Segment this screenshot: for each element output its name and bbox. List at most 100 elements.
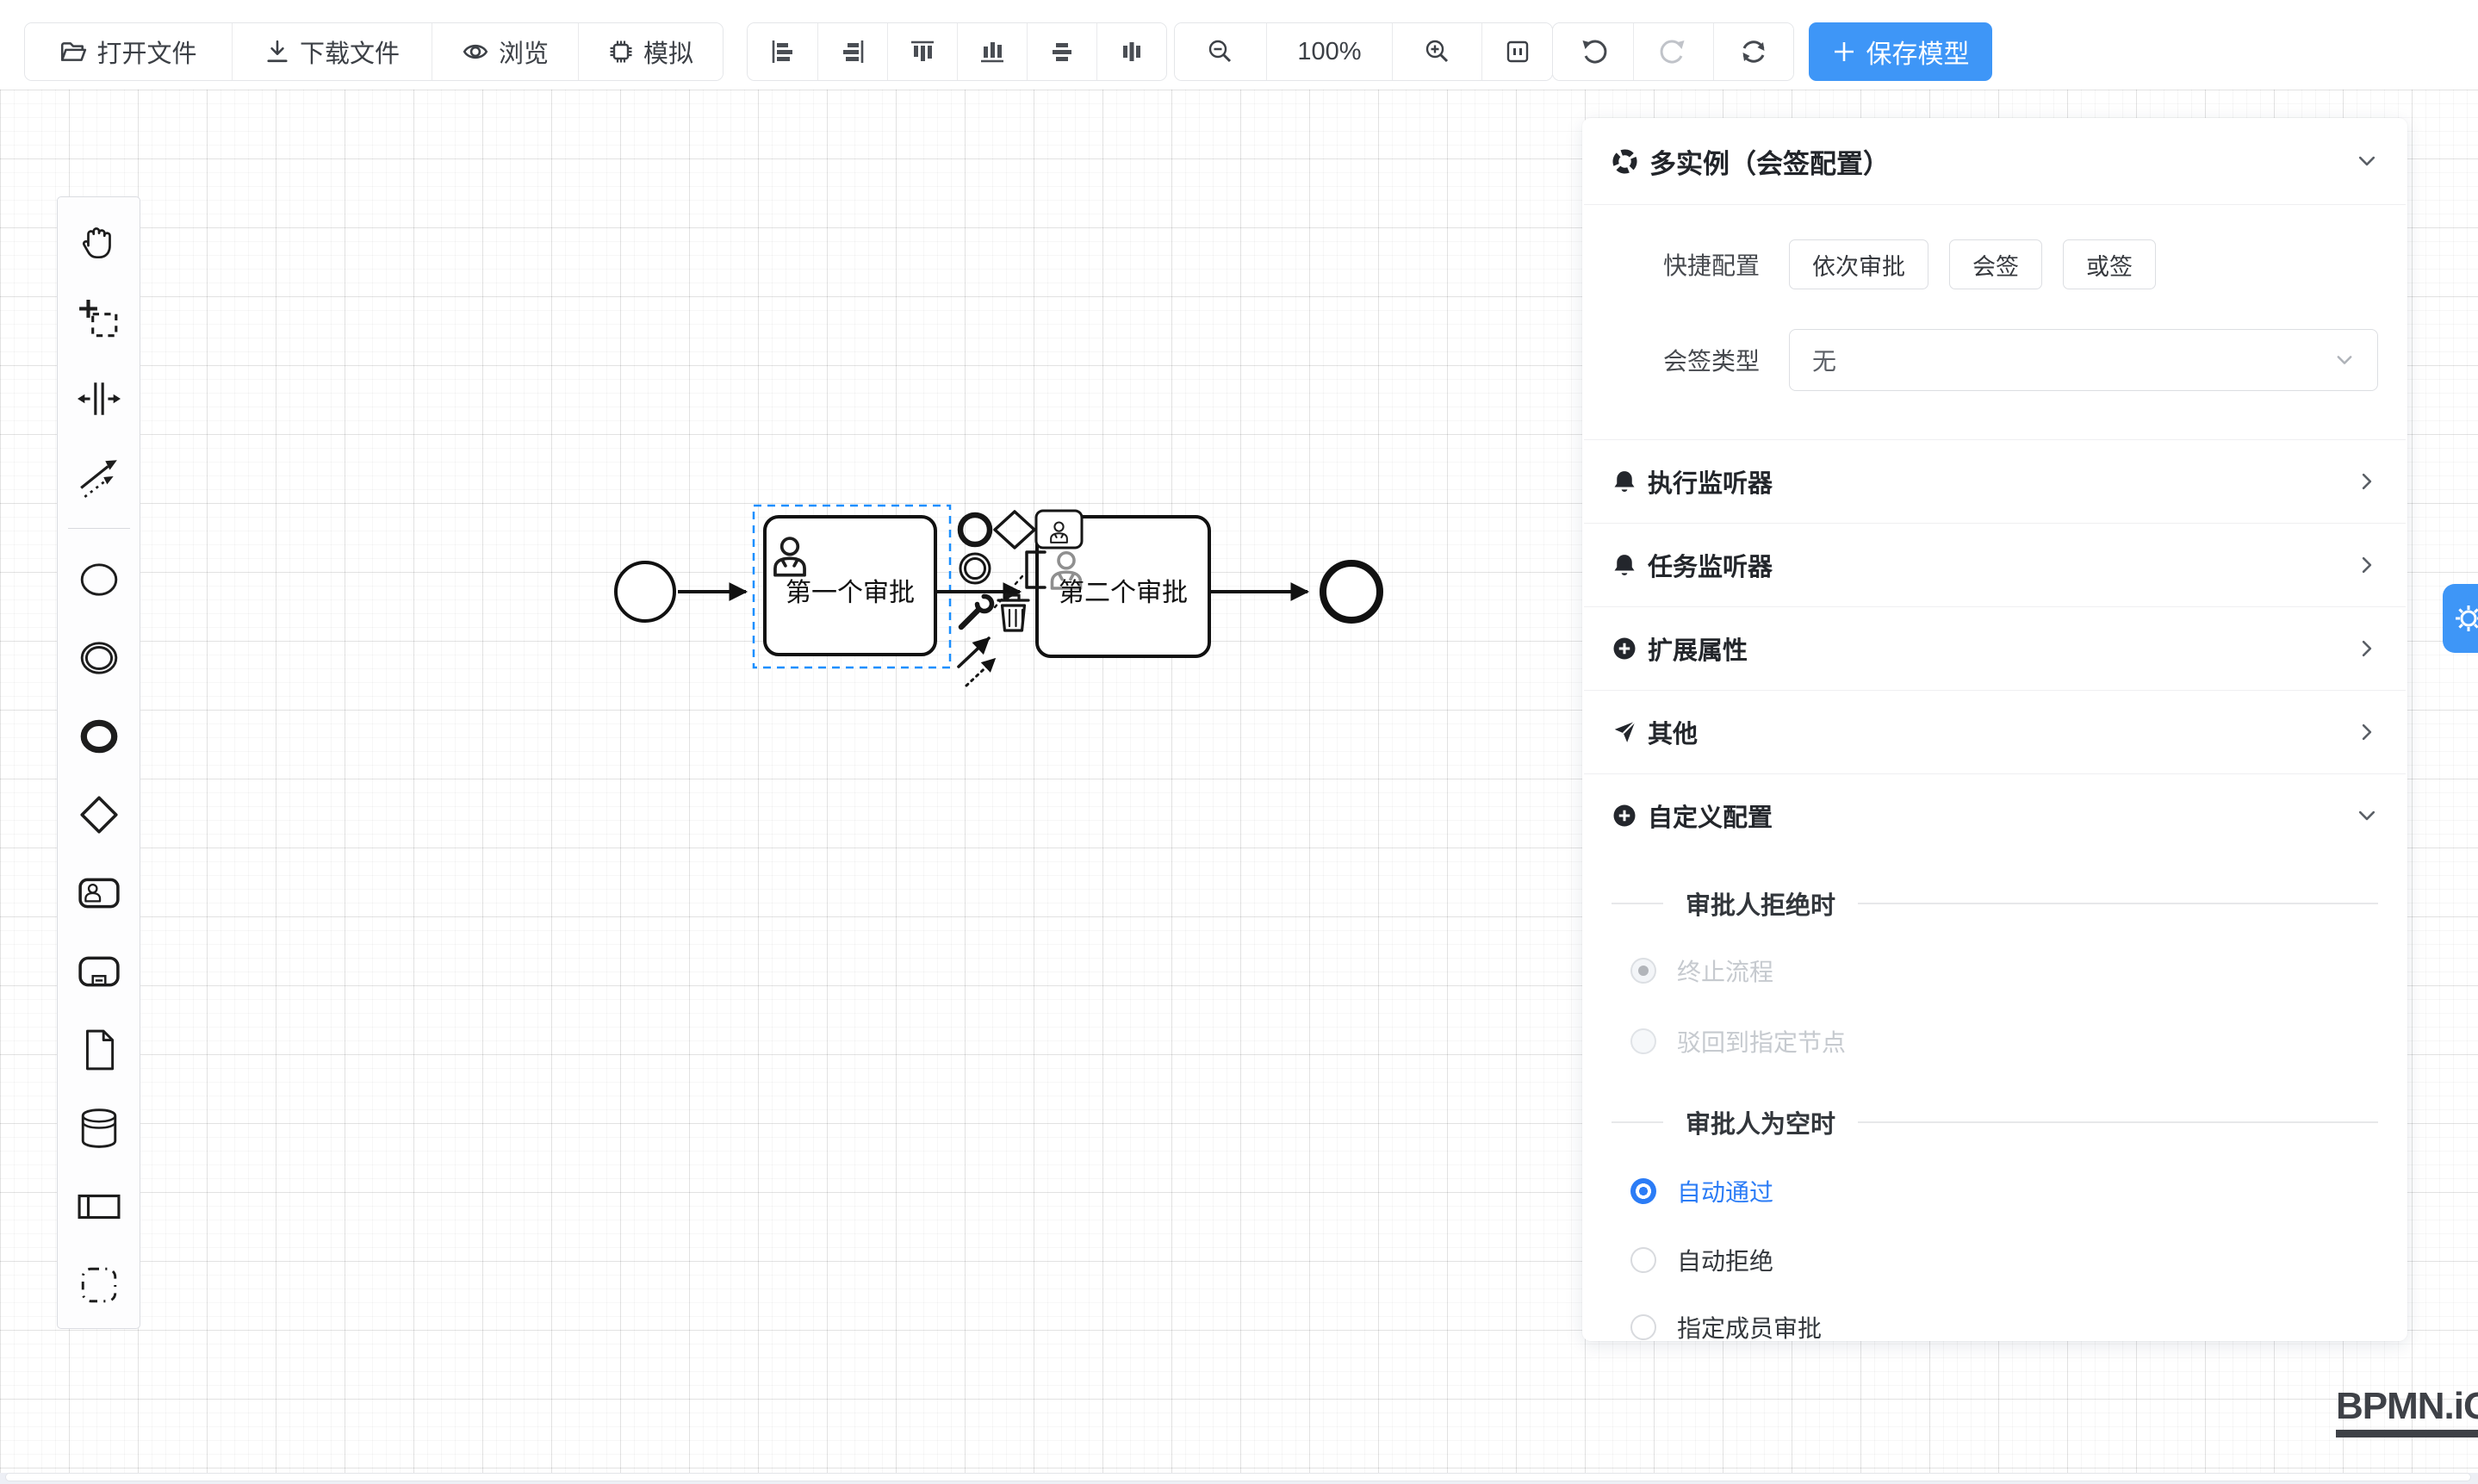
create-user-task[interactable] <box>77 871 121 916</box>
create-gateway[interactable] <box>77 792 121 837</box>
open-file-button[interactable]: 打开文件 <box>25 23 232 80</box>
fit-viewport-button[interactable] <box>1481 23 1552 80</box>
settings-tab[interactable] <box>2443 584 2478 653</box>
chevron-down-icon[interactable] <box>2356 150 2378 172</box>
start-event-icon <box>78 558 121 601</box>
radio-label: 驳回到指定节点 <box>1677 1024 1846 1059</box>
global-connect-tool[interactable] <box>77 455 121 500</box>
align-right-button[interactable] <box>817 23 887 80</box>
append-user-task-icon[interactable] <box>1036 511 1082 548</box>
lasso-tool[interactable] <box>77 298 121 343</box>
radio-return-to-node[interactable]: 驳回到指定节点 <box>1582 1026 2407 1057</box>
create-end-event[interactable] <box>77 714 121 759</box>
send-icon <box>1612 719 1637 745</box>
task-label: 第一个审批 <box>786 579 915 607</box>
section-task-listener[interactable]: 任务监听器 <box>1582 524 2407 606</box>
download-file-button[interactable]: 下载文件 <box>232 23 432 80</box>
align-top-button[interactable] <box>887 23 957 80</box>
zoom-in-button[interactable] <box>1392 23 1481 80</box>
reset-zoom-icon <box>1739 37 1768 66</box>
radio-selected-disabled[interactable] <box>1630 958 1656 984</box>
radio-unselected[interactable] <box>1630 1314 1656 1340</box>
preview-label: 浏览 <box>499 34 549 70</box>
reset-button[interactable] <box>1713 23 1793 80</box>
text-annotation-icon[interactable] <box>1027 552 1045 587</box>
undo-button[interactable] <box>1553 23 1633 80</box>
create-group[interactable] <box>77 1263 121 1307</box>
zoom-out-button[interactable] <box>1175 23 1266 80</box>
horizontal-scrollbar-thumb[interactable] <box>5 1473 2471 1481</box>
zoom-out-icon <box>1207 38 1234 65</box>
palette-divider <box>68 528 130 529</box>
align-center-horizontal-button[interactable] <box>1027 23 1096 80</box>
quick-config-countersign-button[interactable]: 会签 <box>1949 239 2042 289</box>
bell-icon <box>1612 552 1637 578</box>
append-end-event-icon[interactable] <box>960 515 990 544</box>
space-tool[interactable] <box>77 376 121 421</box>
create-intermediate-event[interactable] <box>77 636 121 680</box>
preview-button[interactable]: 浏览 <box>432 23 578 80</box>
create-data-object[interactable] <box>77 1028 121 1072</box>
radio-label: 自动拒绝 <box>1677 1243 1773 1277</box>
quick-config-row: 快捷配置 依次审批 会签 或签 <box>1582 239 2407 289</box>
panel-header[interactable]: 多实例（会签配置） <box>1582 118 2407 204</box>
align-center-vertical-button[interactable] <box>1096 23 1166 80</box>
create-data-store[interactable] <box>77 1106 121 1151</box>
section-label: 任务监听器 <box>1648 547 2345 583</box>
align-button-group <box>747 22 1167 81</box>
bpmn-io-logo-underline <box>2336 1430 2478 1437</box>
radio-unselected-disabled[interactable] <box>1630 1028 1656 1054</box>
radio-auto-reject[interactable]: 自动拒绝 <box>1582 1245 2407 1276</box>
global-connect-tool-icon <box>78 456 121 499</box>
user-task-first-approval[interactable]: 第一个审批 <box>765 517 935 655</box>
radio-selected[interactable] <box>1630 1178 1656 1204</box>
redo-icon <box>1659 37 1688 66</box>
plus-circle-icon <box>1612 803 1637 829</box>
folder-open-icon <box>59 39 87 65</box>
align-left-button[interactable] <box>748 23 817 80</box>
chip-icon <box>608 39 634 65</box>
top-toolbar: 打开文件 下载文件 浏览 模拟 <box>0 0 2478 90</box>
save-model-button[interactable]: 保存模型 <box>1809 22 1992 81</box>
properties-panel: 多实例（会签配置） 快捷配置 依次审批 会签 或签 会签类型 无 执行监听器 <box>1582 118 2407 1341</box>
hand-tool-icon <box>78 220 121 264</box>
end-event-icon <box>78 715 121 758</box>
horizontal-scrollbar[interactable] <box>0 1473 2478 1484</box>
zoom-button-group: 100% <box>1174 22 1553 81</box>
create-participant[interactable] <box>77 1184 121 1229</box>
redo-button[interactable] <box>1633 23 1713 80</box>
radio-label: 终止流程 <box>1677 953 1773 988</box>
start-event[interactable] <box>616 562 674 621</box>
simulate-button[interactable]: 模拟 <box>578 23 723 80</box>
create-start-event[interactable] <box>77 557 121 602</box>
eye-icon <box>462 40 489 64</box>
end-event[interactable] <box>1323 563 1380 620</box>
undo-icon <box>1579 37 1608 66</box>
simulate-label: 模拟 <box>643 34 693 70</box>
bpmn-io-watermark[interactable]: BPMN.iO <box>2336 1385 2478 1437</box>
quick-config-sequential-button[interactable]: 依次审批 <box>1789 239 1928 289</box>
section-other[interactable]: 其他 <box>1582 691 2407 773</box>
create-subprocess[interactable] <box>77 949 121 994</box>
radio-assign-member[interactable]: 指定成员审批 <box>1582 1312 2407 1343</box>
lasso-tool-icon <box>78 299 121 342</box>
radio-unselected[interactable] <box>1630 1247 1656 1273</box>
chevron-right-icon <box>2356 470 2378 493</box>
append-intermediate-event-icon[interactable] <box>960 554 990 583</box>
quick-config-orsign-button[interactable]: 或签 <box>2063 239 2156 289</box>
sign-type-select[interactable]: 无 <box>1789 329 2378 391</box>
section-execution-listener[interactable]: 执行监听器 <box>1582 440 2407 523</box>
hand-tool[interactable] <box>77 220 121 264</box>
quick-config-label: 快捷配置 <box>1655 247 1760 282</box>
subprocess-icon <box>78 950 121 993</box>
fit-viewport-icon <box>1504 38 1531 65</box>
radio-terminate-process[interactable]: 终止流程 <box>1582 955 2407 986</box>
chevron-down-icon <box>2334 350 2355 370</box>
radio-auto-pass[interactable]: 自动通过 <box>1582 1176 2407 1207</box>
section-custom-config[interactable]: 自定义配置 <box>1582 774 2407 857</box>
group-icon <box>78 1264 121 1307</box>
section-extended-properties[interactable]: 扩展属性 <box>1582 607 2407 690</box>
radio-label: 指定成员审批 <box>1677 1310 1822 1344</box>
gear-icon <box>2449 599 2478 638</box>
align-bottom-button[interactable] <box>957 23 1027 80</box>
